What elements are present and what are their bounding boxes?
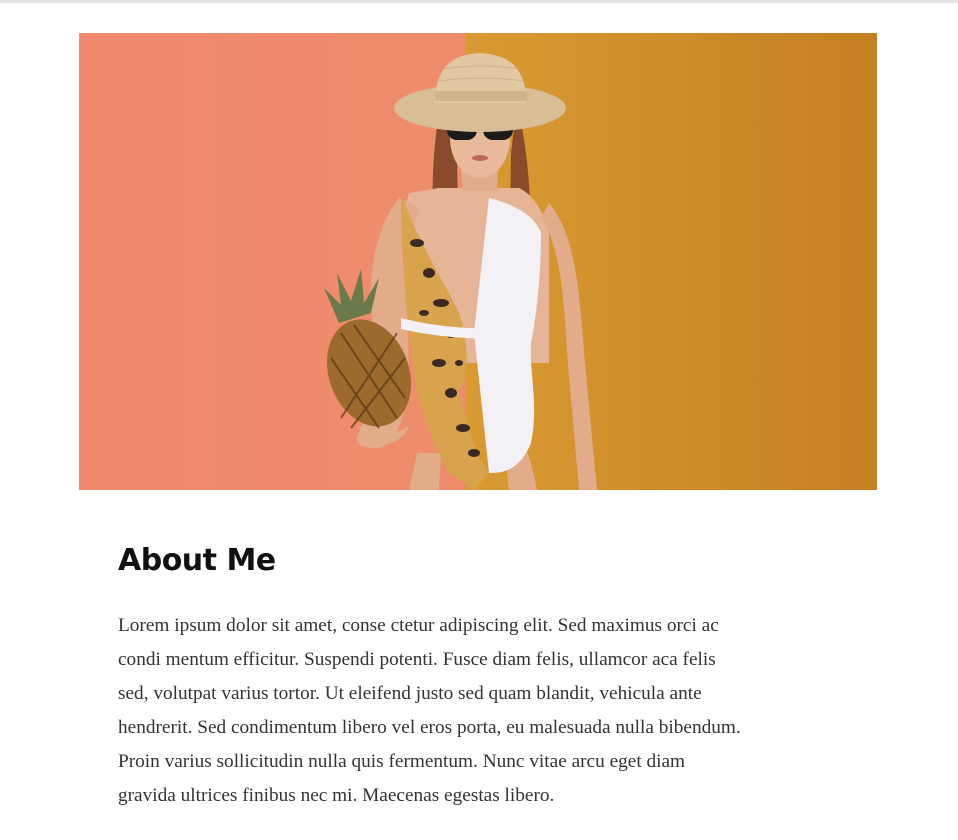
hero-photo [79,33,877,490]
about-section: About Me Lorem ipsum dolor sit amet, con… [118,535,848,813]
about-paragraph: Lorem ipsum dolor sit amet, conse ctetur… [118,615,741,806]
top-divider [0,0,958,3]
hero-photo-illustration [79,33,877,490]
about-heading: About Me [118,543,276,578]
